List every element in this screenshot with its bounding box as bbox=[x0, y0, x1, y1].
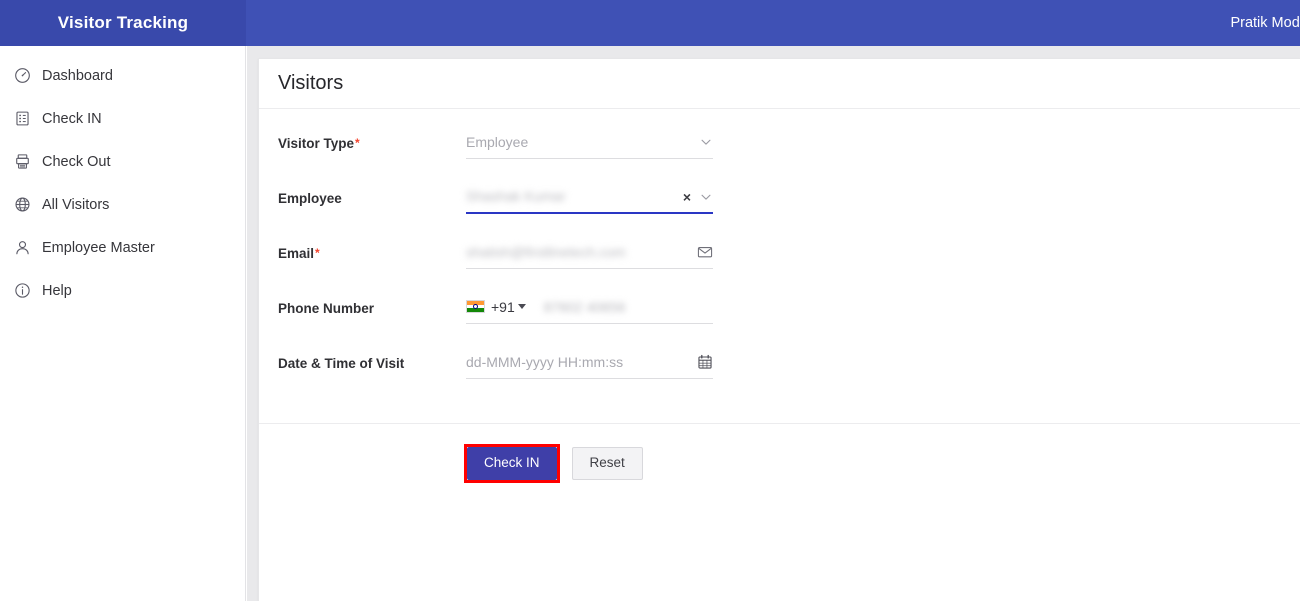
receipt-printer-icon bbox=[14, 152, 40, 172]
sidebar-item-label: Dashboard bbox=[42, 67, 113, 84]
phone-label-text: Phone Number bbox=[278, 301, 375, 316]
visitor-type-value: Employee bbox=[466, 133, 529, 150]
email-label-text: Email bbox=[278, 246, 315, 261]
page-title: Visitors bbox=[278, 72, 344, 94]
clear-icon[interactable]: × bbox=[683, 190, 699, 207]
clipboard-icon bbox=[14, 109, 40, 129]
visitor-type-label: Visitor Type* bbox=[278, 129, 466, 151]
phone-value: 87602 40656 bbox=[543, 298, 626, 315]
app-root: Visitor Tracking Pratik Modi Dashboard C… bbox=[0, 0, 1300, 601]
envelope-icon bbox=[697, 244, 713, 263]
top-bar: Visitor Tracking Pratik Modi bbox=[0, 0, 1300, 46]
form-row-email: Email* shatish@firstlinetech.com bbox=[259, 239, 1300, 294]
visit-datetime-field[interactable]: dd-MMM-yyyy HH:mm:ss bbox=[466, 349, 713, 379]
visit-datetime-label: Date & Time of Visit bbox=[278, 349, 466, 371]
user-menu[interactable]: Pratik Modi bbox=[1230, 15, 1300, 31]
calendar-icon[interactable] bbox=[697, 354, 713, 373]
form-row-visit-datetime: Date & Time of Visit dd-MMM-yyyy HH:mm:s… bbox=[259, 349, 1300, 404]
sidebar-item-label: Check IN bbox=[42, 110, 102, 127]
sidebar: Dashboard Check IN Check Out All Visitor… bbox=[0, 46, 246, 601]
form-row-employee: Employee Shashak Kumar × bbox=[259, 184, 1300, 239]
sidebar-item-label: All Visitors bbox=[42, 196, 110, 213]
email-label: Email* bbox=[278, 239, 466, 261]
employee-value: Shashak Kumar bbox=[466, 188, 566, 204]
form-row-visitor-type: Visitor Type* Employee bbox=[259, 129, 1300, 184]
email-value: shatish@firstlinetech.com bbox=[466, 243, 626, 260]
reset-button[interactable]: Reset bbox=[571, 447, 643, 480]
phone-label: Phone Number bbox=[278, 294, 466, 316]
check-in-button[interactable]: Check IN bbox=[467, 447, 557, 480]
required-asterisk: * bbox=[355, 136, 360, 150]
sidebar-item-label: Check Out bbox=[42, 153, 111, 170]
check-in-highlight: Check IN bbox=[464, 444, 560, 483]
sidebar-item-help[interactable]: Help bbox=[0, 269, 245, 312]
form-actions: Check IN Reset bbox=[259, 424, 1300, 483]
phone-dial-code: +91 bbox=[491, 298, 515, 315]
brand-label: Visitor Tracking bbox=[57, 13, 189, 32]
visit-datetime-label-text: Date & Time of Visit bbox=[278, 356, 405, 371]
phone-field[interactable]: +91 87602 40656 bbox=[466, 294, 713, 324]
card-header: Visitors bbox=[259, 59, 1300, 109]
globe-icon bbox=[14, 195, 40, 215]
employee-label: Employee bbox=[278, 184, 466, 206]
chevron-down-icon[interactable] bbox=[699, 190, 713, 207]
visitor-form: Visitor Type* Employee Employee Shashak … bbox=[259, 109, 1300, 483]
required-asterisk: * bbox=[315, 246, 320, 260]
visitor-type-select[interactable]: Employee bbox=[466, 129, 713, 159]
sidebar-item-employee-master[interactable]: Employee Master bbox=[0, 226, 245, 269]
info-circle-icon bbox=[14, 281, 40, 301]
user-name-label: Pratik Modi bbox=[1230, 15, 1300, 31]
form-row-phone: Phone Number +91 87602 40656 bbox=[259, 294, 1300, 349]
chevron-down-icon[interactable] bbox=[517, 304, 526, 309]
email-field[interactable]: shatish@firstlinetech.com bbox=[466, 239, 713, 269]
employee-select[interactable]: Shashak Kumar × bbox=[466, 184, 713, 214]
sidebar-item-all-visitors[interactable]: All Visitors bbox=[0, 183, 245, 226]
visitors-card: Visitors Visitor Type* Employee Employee… bbox=[258, 58, 1300, 601]
sidebar-item-check-in[interactable]: Check IN bbox=[0, 97, 245, 140]
visit-datetime-placeholder: dd-MMM-yyyy HH:mm:ss bbox=[466, 353, 624, 370]
person-icon bbox=[14, 238, 40, 258]
sidebar-item-dashboard[interactable]: Dashboard bbox=[0, 54, 245, 97]
dashboard-icon bbox=[14, 66, 40, 86]
employee-label-text: Employee bbox=[278, 191, 342, 206]
visitor-type-label-text: Visitor Type bbox=[278, 136, 355, 151]
sidebar-item-check-out[interactable]: Check Out bbox=[0, 140, 245, 183]
chevron-down-icon[interactable] bbox=[699, 135, 713, 152]
sidebar-item-label: Employee Master bbox=[42, 239, 155, 256]
content-area: Visitors Visitor Type* Employee Employee… bbox=[247, 46, 1300, 601]
sidebar-item-label: Help bbox=[42, 282, 72, 299]
app-brand[interactable]: Visitor Tracking bbox=[0, 0, 246, 46]
india-flag-icon[interactable] bbox=[466, 300, 485, 313]
